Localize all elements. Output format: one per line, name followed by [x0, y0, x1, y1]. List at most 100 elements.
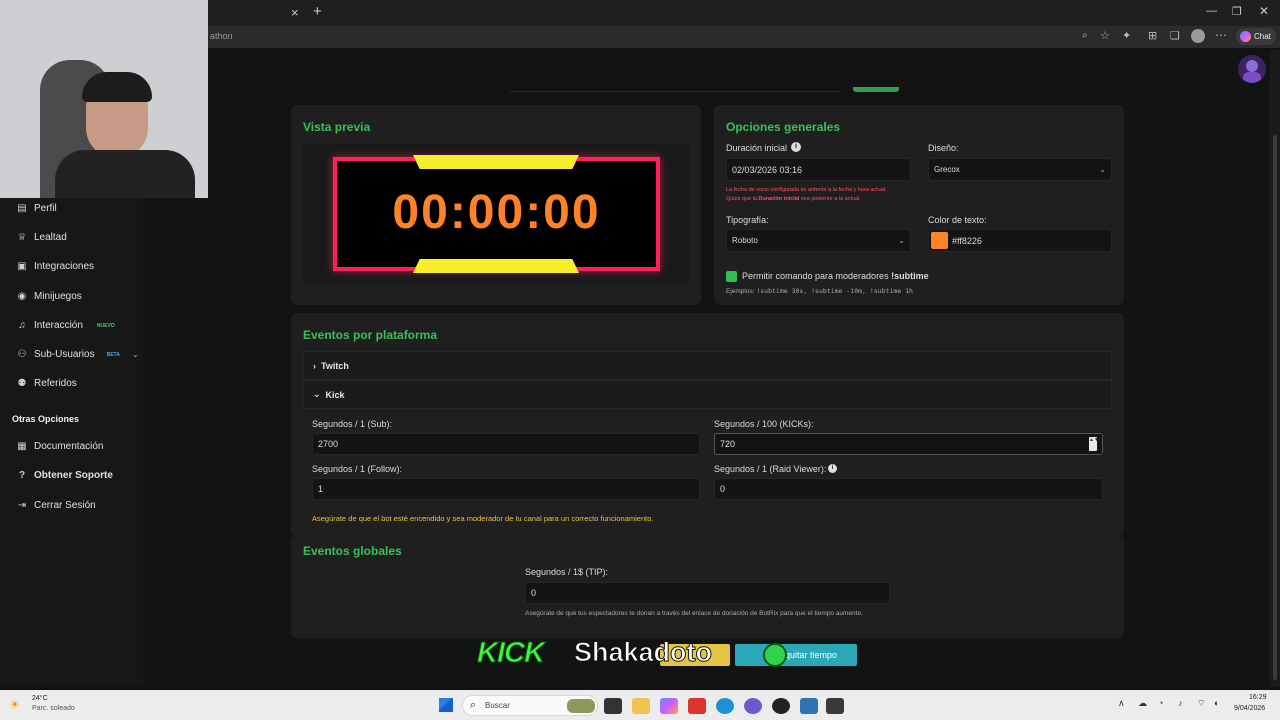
sidebar-section-title: Otras Opciones [12, 414, 80, 424]
volume-icon[interactable]: ◖ [1213, 698, 1218, 708]
platform-events-card: Eventos por plataforma › Twitch ⌄ Kick Seg… [291, 313, 1124, 537]
mod-command-label: Permitir comando para moderadores !subti… [742, 271, 929, 281]
windows-start-icon[interactable] [439, 698, 453, 712]
sidebar-item-lealtad[interactable]: ♕ Lealtad [0, 223, 143, 252]
clock-time[interactable]: 16:29 [1249, 694, 1267, 701]
sidebar-item-referidos[interactable]: ⚉ Referidos [0, 369, 143, 398]
timer-bottom-bar [413, 259, 579, 273]
maximize-icon[interactable]: ❐ [1232, 5, 1242, 18]
color-swatch[interactable] [931, 232, 948, 249]
user-avatar[interactable] [1238, 55, 1266, 83]
platform-title: Eventos por plataforma [303, 328, 438, 342]
window-close-icon[interactable]: ✕ [1259, 4, 1269, 18]
discord-icon[interactable] [744, 698, 762, 714]
favorite-star-icon[interactable]: ☆ [1100, 29, 1110, 42]
duration-input[interactable]: 02/03/2026 03:16 [726, 158, 911, 181]
info-icon[interactable]: i [828, 464, 837, 473]
sidebar-item-soporte[interactable]: ? Obtener Soporte [0, 461, 143, 490]
color-input[interactable]: #ff8226 [928, 229, 1112, 252]
chevron-right-icon: › [313, 360, 316, 371]
scrollbar[interactable] [1270, 50, 1280, 687]
raid-input[interactable]: 0 [714, 478, 1103, 500]
warning-bold: Duración inicial [758, 196, 800, 202]
remove-time-button[interactable]: quitar tiempo [735, 644, 857, 666]
follow-input[interactable]: 1 [312, 478, 700, 500]
onedrive-icon[interactable]: ☁ [1138, 698, 1147, 709]
extensions-icon[interactable]: ✦ [1122, 29, 1131, 42]
global-events-card: Eventos globales Segundos / 1$ (TIP): 0 … [291, 537, 1124, 638]
tip-input[interactable]: 0 [525, 582, 890, 604]
clock-date[interactable]: 9/04/2026 [1234, 705, 1265, 712]
kicks-value: 720 [720, 439, 736, 449]
verified-badge-icon [763, 643, 787, 667]
sidebar-item-minijuegos[interactable]: ◉ Minijuegos [0, 282, 143, 311]
sidebar-item-cerrar-sesion[interactable]: ⇥ Cerrar Sesión [0, 491, 143, 520]
network-icon[interactable]: ◔ [1158, 698, 1163, 708]
mod-command-checkbox[interactable] [726, 271, 737, 282]
chevron-down-icon[interactable]: ⌄ [132, 350, 139, 359]
more-icon[interactable]: ⋯ [1215, 28, 1227, 42]
mic-icon[interactable]: ♪ [1178, 698, 1183, 708]
sidebar-item-label: Minijuegos [34, 291, 82, 302]
beta-badge: BETA [106, 351, 120, 358]
warning-line-2: Quizá que la Duración inicial sea poster… [726, 196, 861, 202]
new-tab-icon[interactable]: + [313, 3, 322, 20]
kick-label: Kick [325, 389, 345, 400]
sidebar-item-integraciones[interactable]: ▣ Integraciones [0, 252, 143, 281]
chevron-down-icon: ⌄ [898, 236, 905, 245]
sidebar-item-label: Lealtad [34, 232, 67, 243]
mod-command-text: !subtime [891, 271, 929, 281]
preview-canvas: 00:00:00 [303, 143, 689, 285]
edge-icon[interactable] [716, 698, 734, 714]
task-view-icon[interactable] [604, 698, 622, 714]
chevron-down-icon: ⌄ [1099, 165, 1106, 174]
zoom-icon[interactable]: ⌕ [1082, 30, 1088, 41]
examples-values: !subtime 30s, !subtime -10m, !subtime 1h [756, 287, 913, 295]
wifi-icon[interactable]: ⌔ [1197, 698, 1205, 709]
examples-text: Ejemplos: !subtime 30s, !subtime -10m, !… [726, 287, 913, 295]
design-select[interactable]: Grecox ⌄ [928, 158, 1112, 181]
copilot-taskbar-icon[interactable] [660, 698, 678, 714]
scrollbar-thumb[interactable] [1273, 135, 1277, 680]
twitch-accordion[interactable]: › Twitch [303, 351, 1112, 380]
weather-icon[interactable]: ☀ [9, 697, 21, 713]
kicks-label: Segundos / 100 (KICKs): [714, 419, 814, 429]
font-select[interactable]: Roboto ⌄ [726, 229, 911, 252]
taskbar-search[interactable]: ⌕ Buscar [462, 695, 598, 716]
top-green-button[interactable] [853, 87, 899, 92]
help-icon: ? [18, 470, 26, 481]
tip-note: Asegúrate de que tus espectadores te don… [525, 610, 863, 617]
sidebar-item-label: Referidos [34, 378, 77, 389]
sidebar-item-label: Cerrar Sesión [34, 500, 96, 511]
sub-input[interactable]: 2700 [312, 433, 700, 455]
music-icon: ♫ [18, 320, 26, 331]
sidebar-item-label: Obtener Soporte [34, 470, 113, 481]
sub-label: Segundos / 1 (Sub): [312, 419, 393, 429]
sidebar-item-interaccion[interactable]: ♫ Interacción NUEVO [0, 311, 143, 340]
twitch-label: Twitch [321, 360, 349, 371]
copilot-icon [1240, 31, 1251, 42]
search-icon: ⌕ [470, 699, 477, 711]
shirt-shape [55, 150, 195, 198]
obs-icon[interactable] [772, 698, 790, 714]
temperature: 24°C [32, 695, 48, 702]
info-icon[interactable]: i [791, 142, 801, 152]
file-explorer-icon[interactable] [632, 698, 650, 714]
split-icon[interactable]: ⊞ [1148, 29, 1157, 42]
number-spinner[interactable]: ▲▼ [1089, 437, 1099, 451]
profile-avatar-icon[interactable] [1191, 29, 1205, 43]
kick-accordion[interactable]: ⌄ Kick [303, 380, 1112, 409]
kicks-input[interactable]: 720 ▲▼ [714, 433, 1103, 455]
wps-icon[interactable] [688, 698, 706, 714]
sidebar-item-documentacion[interactable]: ▦ Documentación [0, 432, 143, 461]
plug-icon: ▣ [17, 261, 27, 272]
calculator-icon[interactable] [826, 698, 844, 714]
tab-close-icon[interactable]: × [291, 5, 299, 20]
notepad-icon[interactable] [800, 698, 818, 714]
minimize-icon[interactable]: — [1206, 5, 1217, 17]
sidebar-item-sub-usuarios[interactable]: ⚇ Sub-Usuarios BETA ⌄ [0, 340, 143, 369]
collections-icon[interactable]: ❏ [1170, 29, 1180, 42]
webcam-overlay [0, 0, 208, 198]
tray-chevron-icon[interactable]: ∧ [1118, 698, 1125, 709]
sidebar-item-perfil[interactable]: ▤ Perfil [0, 194, 143, 223]
